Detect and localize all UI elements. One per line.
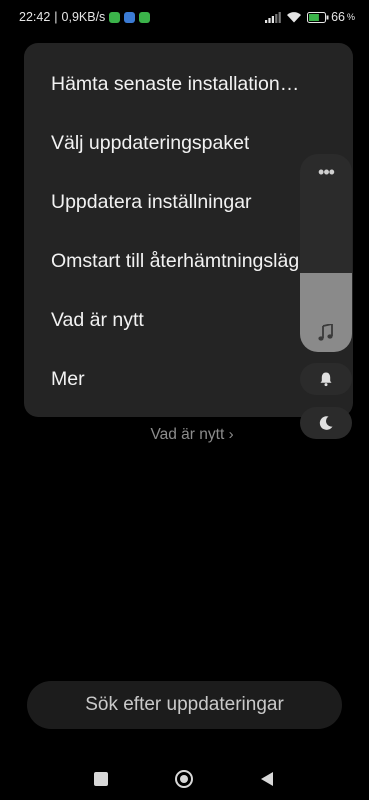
whats-new-label: Vad är nytt [150, 426, 225, 443]
menu-item-label: Välj uppdateringspaket [51, 131, 250, 154]
menu-item-download-latest[interactable]: Hämta senaste installation… [51, 62, 353, 106]
notification-icon-1 [109, 11, 121, 23]
recents-square-icon[interactable] [89, 767, 113, 791]
network-speed: 0,9KB/s [61, 10, 106, 24]
menu-item-label: Mer [51, 367, 85, 390]
music-note-icon [300, 324, 352, 342]
menu-item-label: Vad är nytt [51, 308, 144, 331]
menu-item-label: Uppdatera inställningar [51, 190, 252, 213]
status-bar: 22:42 | 0,9KB/s 66% [0, 0, 369, 34]
menu-item-label: Hämta senaste installation… [51, 72, 300, 95]
bell-icon [320, 372, 332, 387]
battery: 66% [307, 10, 355, 24]
volume-slider[interactable]: ••• [300, 154, 352, 352]
percent-sign: % [346, 12, 355, 22]
wifi-icon [287, 12, 302, 23]
navigation-bar [0, 755, 369, 800]
check-updates-button[interactable]: Sök efter uppdateringar [27, 681, 342, 729]
separator: | [54, 10, 58, 24]
back-triangle-icon[interactable] [255, 767, 279, 791]
battery-percent: 66 [331, 10, 345, 24]
more-dots-icon[interactable]: ••• [300, 162, 352, 183]
moon-icon [319, 416, 333, 430]
status-left: 22:42 | 0,9KB/s [19, 10, 151, 24]
menu-item-label: Omstart till återhämtningsläge [51, 249, 311, 272]
dnd-button[interactable] [300, 407, 352, 439]
clock: 22:42 [19, 10, 51, 24]
notification-icon-2 [124, 11, 136, 23]
check-updates-label: Sök efter uppdateringar [85, 694, 284, 715]
battery-icon [307, 11, 329, 23]
signal-icon [265, 11, 281, 23]
notification-icon-3 [139, 11, 151, 23]
ring-mode-button[interactable] [300, 363, 352, 395]
status-right: 66% [265, 10, 355, 24]
chevron-right-icon: › [228, 426, 234, 443]
home-circle-icon[interactable] [172, 767, 196, 791]
